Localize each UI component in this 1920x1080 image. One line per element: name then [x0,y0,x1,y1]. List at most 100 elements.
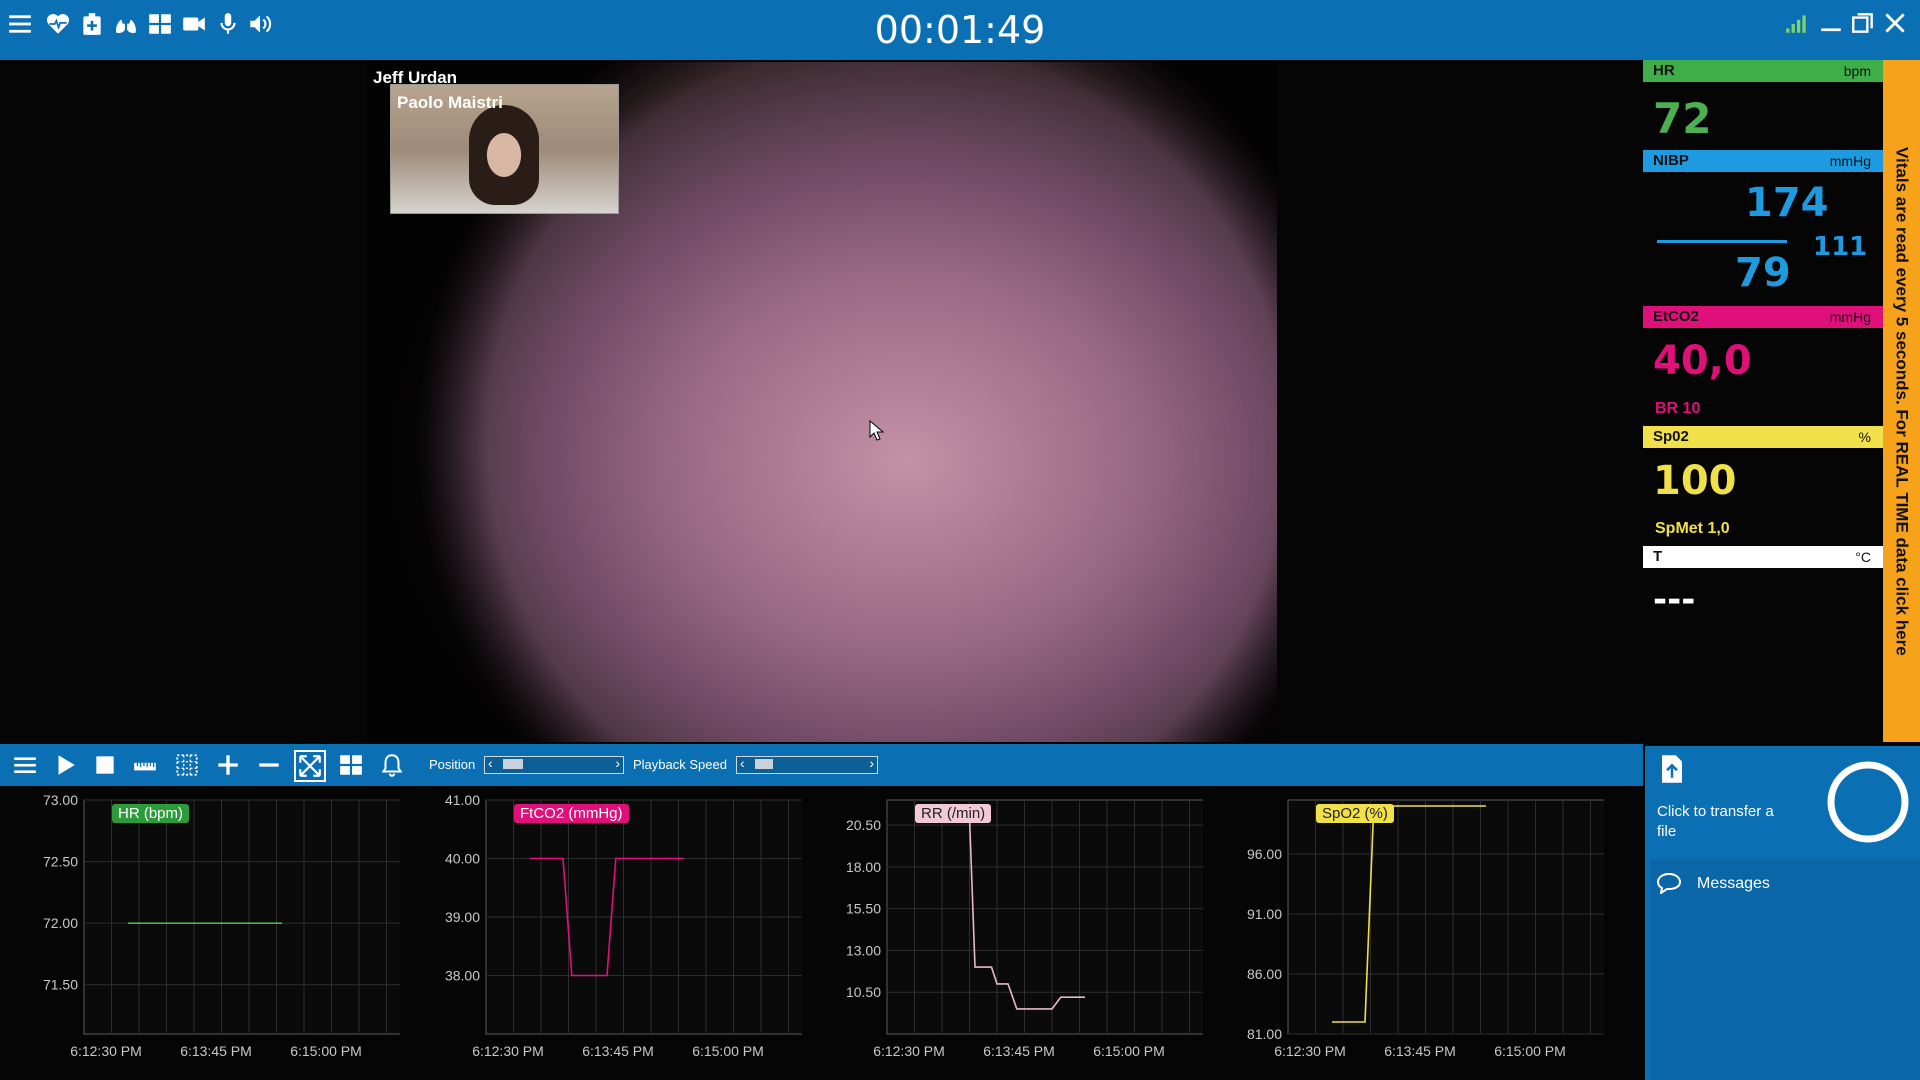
play-icon[interactable] [50,750,80,780]
messages-panel[interactable]: Messages [1650,860,1920,1080]
y-tick-label: 72.50 [43,854,78,870]
trend-chart-4[interactable]: 96.00 91.00 86.00 81.00 6:12:30 PM 6:13:45 PM… [1204,786,1604,1080]
video-feed[interactable]: Jeff Urdan Paolo Maistri [367,62,1277,742]
playback-speed-label: Playback Speed [633,757,727,772]
x-tick-label: 6:12:30 PM [873,1043,945,1059]
nibp-systolic: 174 [1745,180,1829,226]
self-view-person [469,105,539,205]
signal-strength-icon [1782,8,1812,38]
trend-chart-svg: 20.50 18.00 15.50 13.00 10.50 6:12:30 PM 6:13:… [846,799,1203,1059]
y-tick-label: 72.00 [43,915,78,931]
hr-header: HR bpm [1643,60,1883,82]
zoom-in-icon[interactable] [213,750,243,780]
x-tick-label: 6:12:30 PM [1274,1043,1346,1059]
vitals-panel: HR bpm 72 NIBP mmHg 174 111 79 EtCO2 mmH… [1643,60,1883,740]
y-tick-label: 38.00 [445,968,480,984]
microphone-icon[interactable] [214,10,242,38]
nibp-diastolic: 79 [1735,250,1791,296]
minimize-icon[interactable] [1816,8,1846,38]
temp-header: T °C [1643,546,1883,568]
x-tick-label: 6:12:30 PM [472,1043,544,1059]
position-left-arrow-icon[interactable]: ‹ [488,755,493,771]
self-view-pip[interactable]: Paolo Maistri [390,84,619,214]
restore-window-icon[interactable] [1848,8,1878,38]
chart-title-badge: FtCO2 (mmHg) [514,804,629,823]
y-tick-label: 81.00 [1247,1026,1282,1042]
alarm-bell-icon[interactable] [377,750,407,780]
x-tick-label: 6:12:30 PM [70,1043,142,1059]
speed-right-arrow-icon[interactable]: › [869,755,874,771]
x-tick-label: 6:15:00 PM [692,1043,764,1059]
position-slider-thumb[interactable] [503,759,523,769]
y-tick-label: 15.50 [846,901,881,917]
breath-rate: BR 10 [1655,400,1701,417]
x-tick-label: 6:15:00 PM [290,1043,362,1059]
menu-icon[interactable] [6,10,34,38]
x-tick-label: 6:13:45 PM [1384,1043,1456,1059]
speed-slider-thumb[interactable] [755,759,773,769]
plot-area [83,799,400,1035]
position-slider[interactable]: ‹ › [484,755,624,774]
y-tick-label: 96.00 [1247,846,1282,862]
ruler-icon[interactable] [130,750,160,780]
trend-chart-svg: 96.00 91.00 86.00 81.006:12:30 PM 6:13:45 PM… [1247,799,1604,1059]
playback-speed-slider[interactable]: ‹ › [736,755,878,774]
grid-toggle-icon[interactable] [172,750,202,780]
speed-left-arrow-icon[interactable]: ‹ [740,755,745,771]
y-tick-label: 41.00 [445,792,480,808]
file-upload-icon [1662,755,1682,783]
transfer-file-button[interactable]: Click to transfer a file [1645,746,1825,858]
speaker-icon[interactable] [246,10,274,38]
x-tick-label: 6:15:00 PM [1093,1043,1165,1059]
y-tick-label: 73.00 [43,792,78,808]
medical-kit-icon[interactable] [78,10,106,38]
x-tick-label: 6:13:45 PM [983,1043,1055,1059]
y-tick-label: 71.50 [43,977,78,993]
y-tick-label: 20.50 [846,817,881,833]
spmet-value: SpMet 1,0 [1655,520,1730,537]
y-tick-label: 10.50 [846,984,881,1000]
plot-area [886,799,1203,1035]
etco2-value: 40,0 [1653,338,1752,384]
y-tick-label: 13.00 [846,942,881,958]
chart-menu-icon[interactable] [10,750,40,780]
nibp-label: NIBP [1653,152,1689,169]
y-tick-label: 86.00 [1247,966,1282,982]
trend-chart-3[interactable]: 20.50 18.00 15.50 13.00 10.50 6:12:30 PM 6:13:… [803,786,1203,1080]
layout-icon[interactable] [336,750,366,780]
hr-label: HR [1653,62,1675,79]
chart-title-badge: SpO2 (%) [1316,804,1394,823]
chart-title-badge: RR (/min) [915,804,992,823]
y-tick-label: 91.00 [1247,906,1282,922]
messages-label: Messages [1697,875,1770,892]
grid-layout-icon[interactable] [146,10,174,38]
spo2-label: Sp02 [1653,428,1689,445]
heart-monitor-icon[interactable] [44,10,72,38]
lungs-icon[interactable] [112,10,140,38]
x-tick-label: 6:13:45 PM [582,1043,654,1059]
hr-unit: bpm [1843,63,1871,79]
mouse-cursor-icon [869,420,885,441]
temp-unit: °C [1855,549,1871,565]
stop-icon[interactable] [90,750,120,780]
trend-chart-svg: 41.00 40.00 39.00 38.00 6:12:30 PM 6:13:45 PM… [445,792,802,1059]
hr-value: 72 [1653,94,1712,143]
connection-status-ring-icon [1827,761,1909,843]
chart-title-badge: HR (bpm) [112,804,190,823]
video-camera-icon[interactable] [180,10,208,38]
nibp-header: NIBP mmHg [1643,150,1883,172]
close-call-icon[interactable] [1880,8,1910,38]
position-right-arrow-icon[interactable]: › [615,755,620,771]
nibp-unit: mmHg [1829,153,1871,169]
temp-value: --- [1653,580,1696,620]
etco2-unit: mmHg [1829,309,1871,325]
local-participant-name: Paolo Maistri [397,93,503,112]
trend-chart-1[interactable]: 73.00 72.50 72.00 71.50 6:12:30 PM 6:13:45 PM… [0,786,400,1080]
plot-area [1287,799,1604,1035]
trend-chart-2[interactable]: 41.00 40.00 39.00 38.00 6:12:30 PM 6:13:45 PM… [402,786,802,1080]
zoom-out-icon[interactable] [254,750,284,780]
trend-chart-svg: 73.00 72.50 72.00 71.50 6:12:30 PM 6:13:45 PM… [43,792,400,1059]
fit-to-screen-icon[interactable] [294,750,326,782]
realtime-notice[interactable]: Vitals are read every 5 seconds. For REA… [1883,60,1920,742]
spo2-value: 100 [1653,458,1737,504]
